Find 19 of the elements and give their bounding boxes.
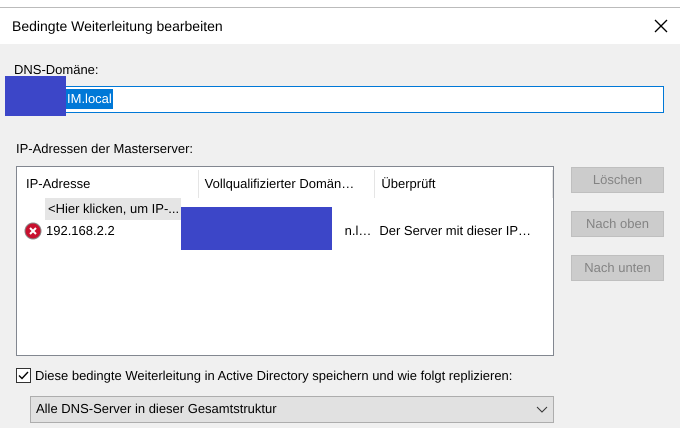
window-title: Bedingte Weiterleitung bearbeiten <box>12 16 223 36</box>
checkmark-icon <box>18 371 29 380</box>
section-label: IP-Adressen der Masterserver: <box>16 140 194 158</box>
redaction-block <box>5 76 66 116</box>
checkbox[interactable] <box>16 368 31 384</box>
close-icon[interactable] <box>654 19 668 33</box>
dropdown-value: Alle DNS-Server in dieser Gesamtstruktur <box>36 400 278 418</box>
table-cell-text: 192.168.2.2 <box>46 222 115 240</box>
field-label: DNS-Domäne: <box>14 61 100 79</box>
chevron-down-icon <box>536 406 548 412</box>
table-cell-text: n.l… <box>344 222 372 240</box>
replication-dropdown[interactable]: Alle DNS-Server in dieser Gesamtstruktur <box>30 396 554 422</box>
domain-field[interactable]: IM.local <box>66 86 664 112</box>
column-header[interactable]: Vollqualifizierter Domän… <box>198 170 376 198</box>
column-header[interactable]: Überprüft <box>375 170 554 198</box>
checkbox-label: Diese bedingte Weiterleitung in Active Directory speichern und wie folgt replizieren: <box>35 367 512 385</box>
list-row[interactable]: 192.168.2.2 n.l… Der Server mit dieser IP… <box>20 220 553 242</box>
field-value: IM.local <box>66 89 113 109</box>
table-cell-text: Der Server mit dieser IP… <box>379 222 532 240</box>
